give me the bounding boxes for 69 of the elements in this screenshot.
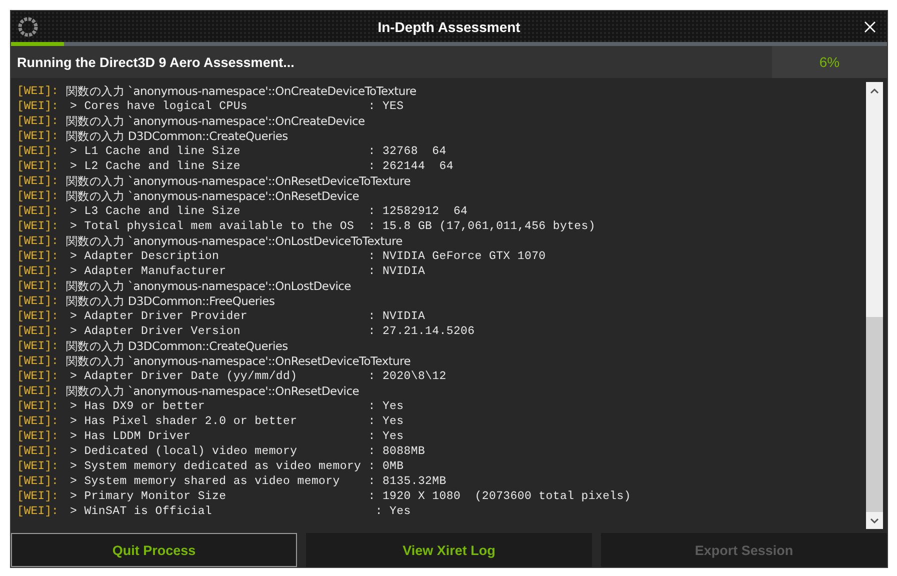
- log-prefix: [WEI]:: [17, 175, 60, 188]
- log-message: 関数の入力 `anonymous-namespace'::OnResetDevice: [66, 384, 359, 399]
- log-message: > L2 Cache and line Size : 262144 64: [70, 160, 454, 173]
- log-message: 関数の入力 `anonymous-namespace'::OnLostDeviceToTexture: [66, 234, 402, 249]
- log-prefix: [WEI]:: [17, 325, 60, 338]
- log-message: > L1 Cache and line Size : 32768 64: [70, 145, 446, 158]
- log-prefix: [WEI]:: [17, 340, 60, 353]
- log-prefix: [WEI]:: [17, 460, 60, 473]
- log-prefix: [WEI]:: [17, 400, 60, 413]
- chevron-up-icon: [870, 88, 879, 94]
- log-message: > Has Pixel shader 2.0 or better : Yes: [70, 415, 404, 428]
- window-title: In-Depth Assessment: [376, 18, 522, 34]
- log-message: > WinSAT is Official : Yes: [70, 505, 411, 518]
- log-message: 関数の入力 `anonymous-namespace'::OnResetDeviceToTexture: [66, 174, 410, 189]
- log-prefix: [WEI]:: [17, 415, 60, 428]
- close-icon: [864, 20, 876, 32]
- chevron-down-icon: [870, 518, 879, 524]
- log-message: > Primary Monitor Size : 1920 X 1080 (2073600 total pixels): [70, 490, 631, 503]
- log-message: 関数の入力 D3DCommon::CreateQueries: [66, 129, 288, 144]
- log-message: > System memory dedicated as video memory : 0MB: [70, 460, 404, 473]
- log-message: 関数の入力 `anonymous-namespace'::OnLostDevice: [66, 279, 351, 294]
- log-prefix: [WEI]:: [17, 190, 60, 203]
- log-prefix: [WEI]:: [17, 445, 60, 458]
- log-message: > Dedicated (local) video memory : 8088MB: [70, 445, 426, 458]
- log-prefix: [WEI]:: [17, 115, 60, 128]
- log-prefix: [WEI]:: [17, 280, 60, 293]
- log-message: > Adapter Description : NVIDIA GeForce GTX 1070: [70, 250, 546, 263]
- log-message: > Adapter Manufacturer : NVIDIA: [70, 265, 426, 278]
- log-message: 関数の入力 `anonymous-namespace'::OnResetDeviceToTexture: [66, 354, 410, 369]
- log-message: > Has LDDM Driver : Yes: [70, 430, 404, 443]
- log-prefix: [WEI]:: [17, 310, 60, 323]
- log-message: > System memory shared as video memory : 8135.32MB: [70, 475, 446, 488]
- action-button[interactable]: View Xiret Log: [306, 533, 592, 567]
- log-prefix: [WEI]:: [17, 265, 60, 278]
- log-prefix: [WEI]:: [17, 235, 60, 248]
- log-message: 関数の入力 D3DCommon::CreateQueries: [66, 339, 288, 354]
- log-message: > Has DX9 or better : Yes: [70, 400, 404, 413]
- log-prefix: [WEI]:: [17, 220, 60, 233]
- log-prefix: [WEI]:: [17, 385, 60, 398]
- status-text: Running the Direct3D 9 Aero Assessment...: [16, 54, 296, 72]
- log-prefix: [WEI]:: [17, 130, 60, 143]
- log-prefix: [WEI]:: [17, 505, 60, 518]
- log-prefix: [WEI]:: [17, 85, 60, 98]
- log-message: > Adapter Driver Version : 27.21.14.5206: [70, 325, 475, 338]
- log-prefix: [WEI]:: [17, 205, 60, 218]
- log-prefix: [WEI]:: [17, 430, 60, 443]
- log-prefix: [WEI]:: [17, 490, 60, 503]
- log-message: > Cores have logical CPUs : YES: [70, 100, 404, 113]
- log-message: > Adapter Driver Date (yy/mm/dd) : 2020\8\12: [70, 370, 446, 383]
- log-prefix: [WEI]:: [17, 295, 60, 308]
- log-message: > L3 Cache and line Size : 12582912 64: [70, 205, 468, 218]
- scroll-thumb[interactable]: [866, 317, 883, 512]
- action-button[interactable]: Quit Process: [11, 533, 297, 567]
- scrollbar[interactable]: [866, 82, 883, 529]
- log-message: 関数の入力 `anonymous-namespace'::OnResetDevice: [66, 189, 359, 204]
- spinner-icon: [17, 16, 39, 38]
- log-message: > Adapter Driver Provider : NVIDIA: [70, 310, 426, 323]
- log-message: 関数の入力 `anonymous-namespace'::OnCreateDeviceToTexture: [66, 84, 416, 99]
- log-prefix: [WEI]:: [17, 250, 60, 263]
- progress-percent: 6%: [772, 46, 887, 78]
- log-prefix: [WEI]:: [17, 475, 60, 488]
- log-prefix: [WEI]:: [17, 145, 60, 158]
- log-prefix: [WEI]:: [17, 160, 60, 173]
- log-prefix: [WEI]:: [17, 355, 60, 368]
- log-prefix: [WEI]:: [17, 370, 60, 383]
- log-prefix: [WEI]:: [17, 100, 60, 113]
- log-message: 関数の入力 `anonymous-namespace'::OnCreateDevice: [66, 114, 365, 129]
- log-message: > Total physical mem available to the OS : 15.8 GB (17,061,011,456 bytes): [70, 220, 596, 233]
- log-message: 関数の入力 D3DCommon::FreeQueries: [66, 294, 275, 309]
